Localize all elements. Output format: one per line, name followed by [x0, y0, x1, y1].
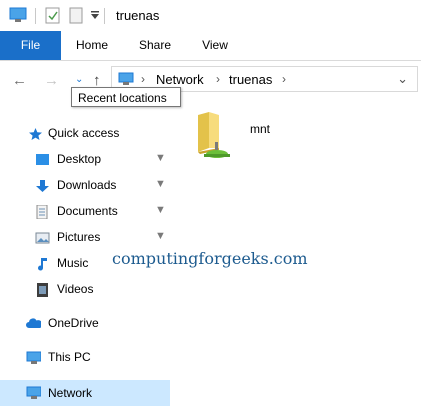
desktop-icon — [36, 154, 49, 165]
breadcrumb-truenas[interactable]: truenas — [229, 72, 272, 87]
sidebar-item-label: Videos — [57, 282, 94, 296]
forward-arrow-icon[interactable]: → — [44, 72, 59, 89]
videos-icon — [37, 283, 48, 297]
watermark: computingforgeeks.com — [112, 249, 308, 268]
sidebar-item-quick-access[interactable]: Quick access — [0, 122, 170, 146]
folder-name[interactable]: mnt — [250, 122, 270, 136]
pictures-icon — [35, 232, 50, 244]
downloads-icon — [36, 180, 49, 192]
star-icon — [29, 128, 42, 140]
sidebar-item-label: Downloads — [57, 178, 117, 192]
back-arrow-icon[interactable]: ← — [12, 72, 27, 89]
recent-locations-icon[interactable]: ⌄ — [75, 74, 83, 85]
navigation-pane: Quick access Desktop ▼ Downloads ▼ Docum… — [0, 118, 170, 420]
cloud-icon — [26, 318, 41, 328]
separator — [35, 8, 36, 24]
computer-icon — [26, 351, 41, 364]
sidebar-item-desktop[interactable]: Desktop ▼ — [0, 148, 170, 172]
sidebar-item-downloads[interactable]: Downloads ▼ — [0, 174, 170, 198]
network-icon — [118, 72, 134, 85]
sidebar-item-label: Desktop — [57, 152, 102, 166]
network-folder-icon[interactable] — [195, 112, 239, 162]
tab-home[interactable]: Home — [67, 31, 117, 60]
sidebar-item-label: This PC — [48, 350, 91, 364]
sidebar-item-network[interactable]: Network — [0, 380, 170, 406]
music-icon — [38, 258, 47, 271]
sidebar-item-label: Network — [48, 386, 93, 400]
tooltip: Recent locations — [71, 87, 181, 107]
breadcrumb-separator-icon[interactable]: › — [216, 72, 220, 86]
chevron-down-icon[interactable]: ⌄ — [397, 71, 408, 87]
breadcrumb-network[interactable]: Network — [156, 72, 204, 87]
sidebar-item-documents[interactable]: Documents ▼ — [0, 200, 170, 224]
computer-icon[interactable] — [9, 7, 27, 23]
ribbon: File Home Share View — [0, 31, 421, 61]
sidebar-item-label: Pictures — [57, 230, 101, 244]
window-title: truenas — [116, 8, 160, 23]
title-bar: truenas — [0, 0, 421, 31]
sidebar-item-onedrive[interactable]: OneDrive — [0, 312, 170, 336]
sidebar-item-pictures[interactable]: Pictures ▼ — [0, 226, 170, 250]
sidebar-item-label: OneDrive — [48, 316, 99, 330]
tab-view[interactable]: View — [190, 31, 240, 60]
network-icon — [26, 386, 41, 399]
separator — [104, 8, 105, 24]
properties-icon[interactable] — [45, 7, 61, 24]
tab-share[interactable]: Share — [130, 31, 180, 60]
new-folder-icon[interactable] — [69, 7, 83, 24]
pin-icon[interactable]: ▼ — [155, 178, 166, 190]
pin-icon[interactable]: ▼ — [155, 204, 166, 216]
documents-icon — [36, 205, 48, 219]
sidebar-item-this-pc[interactable]: This PC — [0, 346, 170, 370]
tab-file[interactable]: File — [0, 31, 61, 60]
pin-icon[interactable]: ▼ — [155, 152, 166, 164]
breadcrumb-separator-icon[interactable]: › — [282, 72, 286, 86]
sidebar-item-label: Documents — [57, 204, 118, 218]
customize-toolbar-icon[interactable] — [90, 10, 100, 20]
sidebar-item-label: Music — [57, 256, 89, 270]
breadcrumb-separator-icon[interactable]: › — [141, 72, 145, 86]
sidebar-item-label: Quick access — [48, 126, 120, 140]
sidebar-item-videos[interactable]: Videos — [0, 278, 170, 302]
pin-icon[interactable]: ▼ — [155, 230, 166, 242]
